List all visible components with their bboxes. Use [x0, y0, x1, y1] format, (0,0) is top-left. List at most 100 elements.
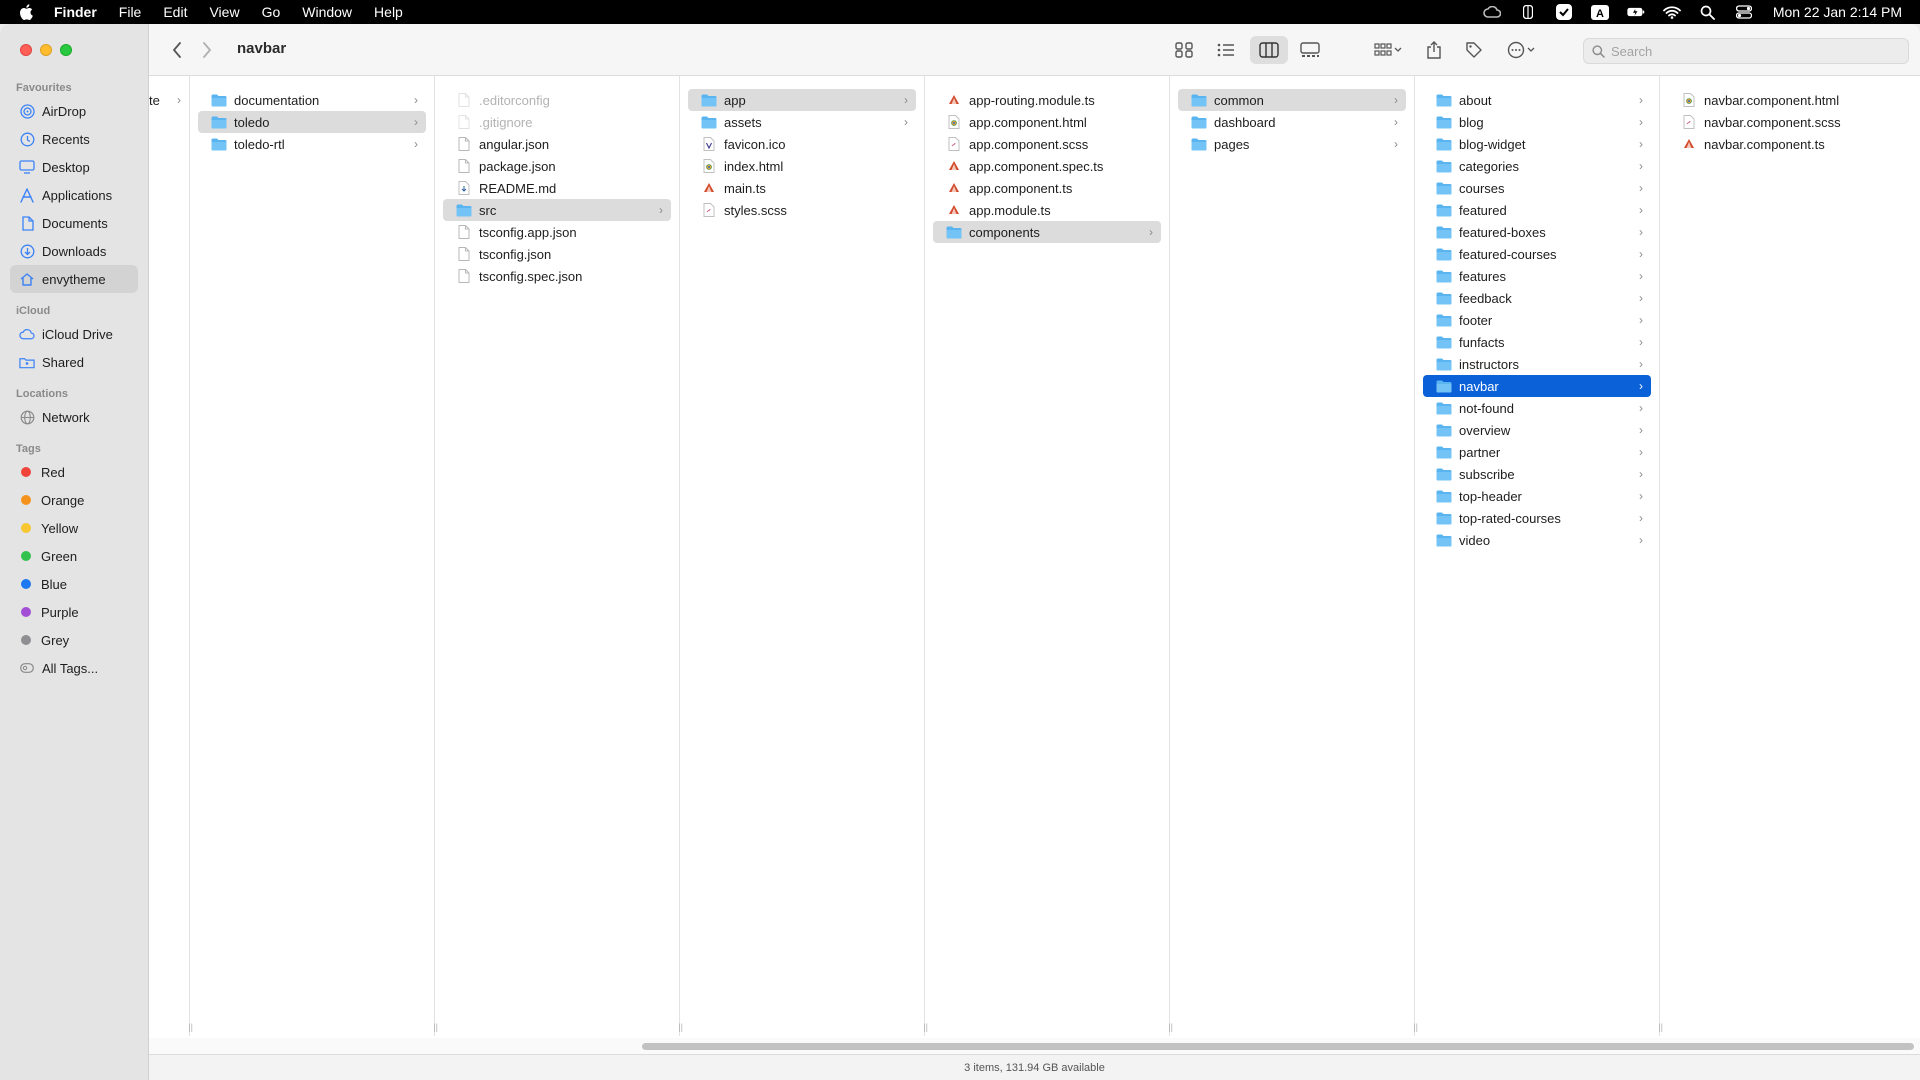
folder-row[interactable]: feedback › — [1423, 287, 1651, 309]
column-5[interactable]: common › dashboard › pages › || — [1170, 76, 1418, 1036]
search-field[interactable] — [1583, 38, 1909, 64]
folder-row[interactable]: video › — [1423, 529, 1651, 551]
folder-row[interactable]: featured › — [1423, 199, 1651, 221]
battery-icon[interactable] — [1627, 5, 1645, 19]
checkmark-app-icon[interactable] — [1555, 4, 1573, 20]
close-window-button[interactable] — [20, 44, 32, 56]
folder-row[interactable]: blog › — [1423, 111, 1651, 133]
horizontal-scrollbar[interactable] — [149, 1038, 1920, 1054]
fullscreen-window-button[interactable] — [60, 44, 72, 56]
sidebar-item-envytheme[interactable]: envytheme — [10, 265, 138, 293]
file-row[interactable]: app.module.ts — [933, 199, 1161, 221]
sidebar-item-applications[interactable]: Applications — [10, 181, 138, 209]
folder-row[interactable]: features › — [1423, 265, 1651, 287]
folder-row[interactable]: assets › — [688, 111, 916, 133]
menubar-clock[interactable]: Mon 22 Jan 2:14 PM — [1773, 4, 1902, 20]
sidebar-tag-orange[interactable]: Orange — [10, 486, 138, 514]
file-row[interactable]: navbar.component.html — [1668, 89, 1912, 111]
column-view-button[interactable] — [1250, 36, 1288, 64]
sidebar-item-all-tags[interactable]: All Tags... — [10, 654, 138, 682]
folder-row[interactable]: pages › — [1178, 133, 1406, 155]
folder-row[interactable]: featured-boxes › — [1423, 221, 1651, 243]
menu-file[interactable]: File — [119, 4, 142, 20]
file-row[interactable]: tsconfig.json — [443, 243, 671, 265]
menu-finder[interactable]: Finder — [54, 4, 97, 20]
file-row[interactable]: tsconfig.app.json — [443, 221, 671, 243]
file-row[interactable]: favicon.ico — [688, 133, 916, 155]
file-row[interactable]: tsconfig.spec.json — [443, 265, 671, 287]
folder-row[interactable]: app › — [688, 89, 916, 111]
folder-row[interactable]: categories › — [1423, 155, 1651, 177]
sidebar-tag-purple[interactable]: Purple — [10, 598, 138, 626]
menu-go[interactable]: Go — [262, 4, 281, 20]
folder-row[interactable]: footer › — [1423, 309, 1651, 331]
menu-window[interactable]: Window — [302, 4, 352, 20]
sidebar-tag-grey[interactable]: Grey — [10, 626, 138, 654]
creative-cloud-icon[interactable] — [1483, 5, 1501, 19]
column-0[interactable]: te › || — [149, 76, 193, 1036]
sidebar-item-downloads[interactable]: Downloads — [10, 237, 138, 265]
control-center-icon[interactable] — [1735, 5, 1753, 19]
folder-row[interactable]: instructors › — [1423, 353, 1651, 375]
folder-row[interactable]: src › — [443, 199, 671, 221]
folder-row[interactable]: courses › — [1423, 177, 1651, 199]
folder-row[interactable]: subscribe › — [1423, 463, 1651, 485]
folder-row[interactable]: dashboard › — [1178, 111, 1406, 133]
folder-row[interactable]: top-header › — [1423, 485, 1651, 507]
file-row[interactable]: styles.scss — [688, 199, 916, 221]
sidebar-tag-red[interactable]: Red — [10, 458, 138, 486]
share-button[interactable] — [1420, 36, 1448, 64]
file-row[interactable]: index.html — [688, 155, 916, 177]
wifi-icon[interactable] — [1662, 5, 1681, 19]
gallery-view-button[interactable] — [1294, 36, 1326, 64]
column-3[interactable]: app › assets › favicon.ico index.html main.ts s… — [680, 76, 928, 1036]
file-row[interactable]: app.component.html — [933, 111, 1161, 133]
group-by-button[interactable] — [1368, 36, 1408, 64]
folder-row[interactable]: top-rated-courses › — [1423, 507, 1651, 529]
back-button[interactable] — [167, 40, 187, 60]
file-row[interactable]: main.ts — [688, 177, 916, 199]
menu-view[interactable]: View — [209, 4, 239, 20]
sidebar-item-recents[interactable]: Recents — [10, 125, 138, 153]
folder-row[interactable]: partner › — [1423, 441, 1651, 463]
input-source-icon[interactable]: A — [1590, 4, 1609, 20]
folder-row[interactable]: overview › — [1423, 419, 1651, 441]
column-1[interactable]: documentation › toledo › toledo-rtl › || — [190, 76, 438, 1036]
file-row[interactable]: te › — [149, 89, 189, 111]
folder-row[interactable]: components › — [933, 221, 1161, 243]
folder-row[interactable]: not-found › — [1423, 397, 1651, 419]
apple-menu-icon[interactable] — [18, 4, 34, 20]
tags-button[interactable] — [1460, 36, 1488, 64]
file-row[interactable]: .gitignore — [443, 111, 671, 133]
spotlight-search-icon[interactable] — [1699, 5, 1717, 20]
file-row[interactable]: package.json — [443, 155, 671, 177]
file-row[interactable]: app.component.ts — [933, 177, 1161, 199]
sidebar-tag-blue[interactable]: Blue — [10, 570, 138, 598]
sidebar-tag-green[interactable]: Green — [10, 542, 138, 570]
search-input[interactable] — [1611, 43, 1891, 59]
folder-row[interactable]: toledo-rtl › — [198, 133, 426, 155]
sidebar-item-network[interactable]: Network — [10, 403, 138, 431]
forward-button[interactable] — [197, 40, 217, 60]
file-row[interactable]: angular.json — [443, 133, 671, 155]
sidebar-item-icloud-drive[interactable]: iCloud Drive — [10, 320, 138, 348]
file-row[interactable]: README.md — [443, 177, 671, 199]
sidebar-item-desktop[interactable]: Desktop — [10, 153, 138, 181]
file-row[interactable]: .editorconfig — [443, 89, 671, 111]
sidebar-item-shared[interactable]: Shared — [10, 348, 138, 376]
figma-icon[interactable] — [1519, 5, 1537, 19]
sidebar-item-airdrop[interactable]: AirDrop — [10, 97, 138, 125]
file-row[interactable]: navbar.component.ts — [1668, 133, 1912, 155]
menu-help[interactable]: Help — [374, 4, 403, 20]
folder-row[interactable]: toledo › — [198, 111, 426, 133]
list-view-button[interactable] — [1211, 36, 1241, 64]
sidebar-tag-yellow[interactable]: Yellow — [10, 514, 138, 542]
column-6[interactable]: about › blog › blog-widget › categories › course… — [1415, 76, 1663, 1036]
file-row[interactable]: app.component.scss — [933, 133, 1161, 155]
folder-row[interactable]: documentation › — [198, 89, 426, 111]
more-actions-button[interactable] — [1502, 36, 1542, 64]
column-2[interactable]: .editorconfig .gitignore angular.json packa… — [435, 76, 683, 1036]
menu-edit[interactable]: Edit — [163, 4, 187, 20]
folder-row[interactable]: featured-courses › — [1423, 243, 1651, 265]
folder-row[interactable]: about › — [1423, 89, 1651, 111]
